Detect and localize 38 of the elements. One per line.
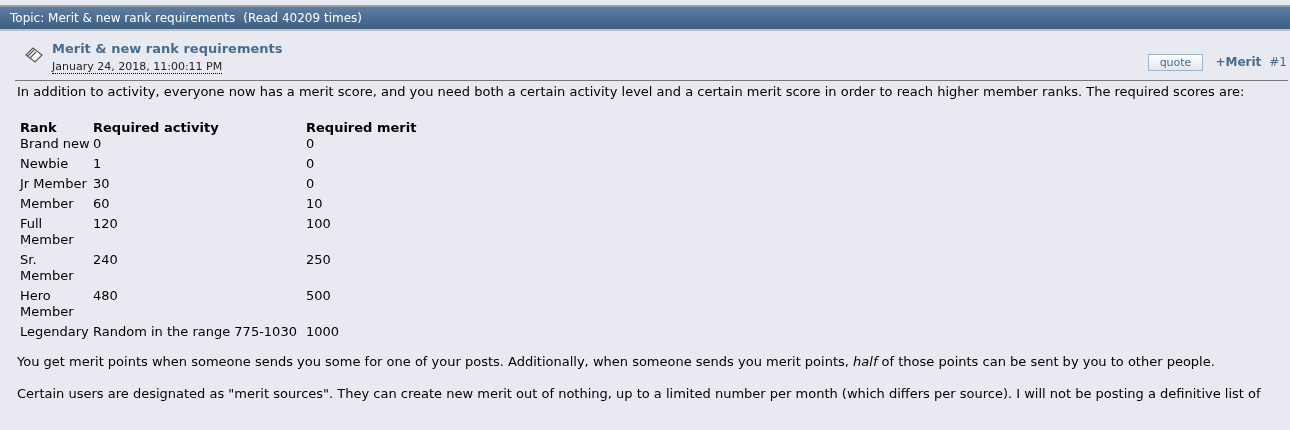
table-cell-text: Sr. Member	[19, 251, 75, 285]
table-cell-text: Full Member	[19, 215, 75, 249]
table-cell-text: Member	[19, 195, 75, 213]
table-cell-text: Newbie	[19, 155, 70, 173]
table-cell-text: Legendary	[19, 323, 90, 341]
table-cell-text: 60	[92, 195, 111, 213]
table-cell-text: 0	[92, 135, 103, 153]
post-date: January 24, 2018, 11:00:11 PM	[52, 60, 223, 74]
table-cell-text: 1000	[305, 323, 341, 341]
table-cell-text: 1	[92, 155, 103, 173]
table-cell-text: 250	[305, 251, 332, 269]
column-header: Required activity	[92, 119, 220, 136]
table-cell-text: 240	[92, 251, 119, 269]
table-cell-text: 0	[305, 135, 316, 153]
table-cell-text: 100	[305, 215, 332, 233]
table-cell-text: 0	[305, 175, 316, 193]
table-cell-text: Jr Member	[19, 175, 88, 193]
table-cell-text: Random in the range 775-1030	[92, 323, 298, 341]
read-count: (Read 40209 times)	[243, 10, 362, 26]
paragraph: Certain users are designated as "merit sources". They can create new merit out of nothing, up to a limited number per month (which differs per source). I will not be posting a definitive list of	[17, 385, 1262, 402]
post-icon	[24, 46, 44, 64]
table-cell-text: 120	[92, 215, 119, 233]
table-cell-text: 480	[92, 287, 119, 305]
paragraph: You get merit points when someone sends you some for one of your posts. Additionally, when someone sends you merit points, half of those points can be sent by you to other people.	[17, 353, 1216, 370]
table-cell-text: 500	[305, 287, 332, 305]
intro-text: In addition to activity, everyone now has a merit score, and you need both a certain activity level and a certain merit score in order to reach higher member ranks. The required scores are:	[17, 83, 1246, 100]
table-cell-text: 10	[305, 195, 324, 213]
table-cell-text: 0	[305, 155, 316, 173]
column-header: Required merit	[305, 119, 418, 136]
quote-button[interactable]: quote	[1147, 53, 1204, 71]
table-cell-text: Brand new	[19, 135, 91, 153]
topic-title: Topic: Merit & new rank requirements	[10, 10, 236, 26]
post-title[interactable]: Merit & new rank requirements	[52, 42, 283, 56]
table-cell-text: Hero Member	[19, 287, 75, 321]
table-cell-text: 30	[92, 175, 111, 193]
column-header: Rank	[19, 119, 58, 136]
merit-link[interactable]: +Merit	[1215, 53, 1262, 71]
post-number-link[interactable]: #1	[1269, 53, 1287, 71]
